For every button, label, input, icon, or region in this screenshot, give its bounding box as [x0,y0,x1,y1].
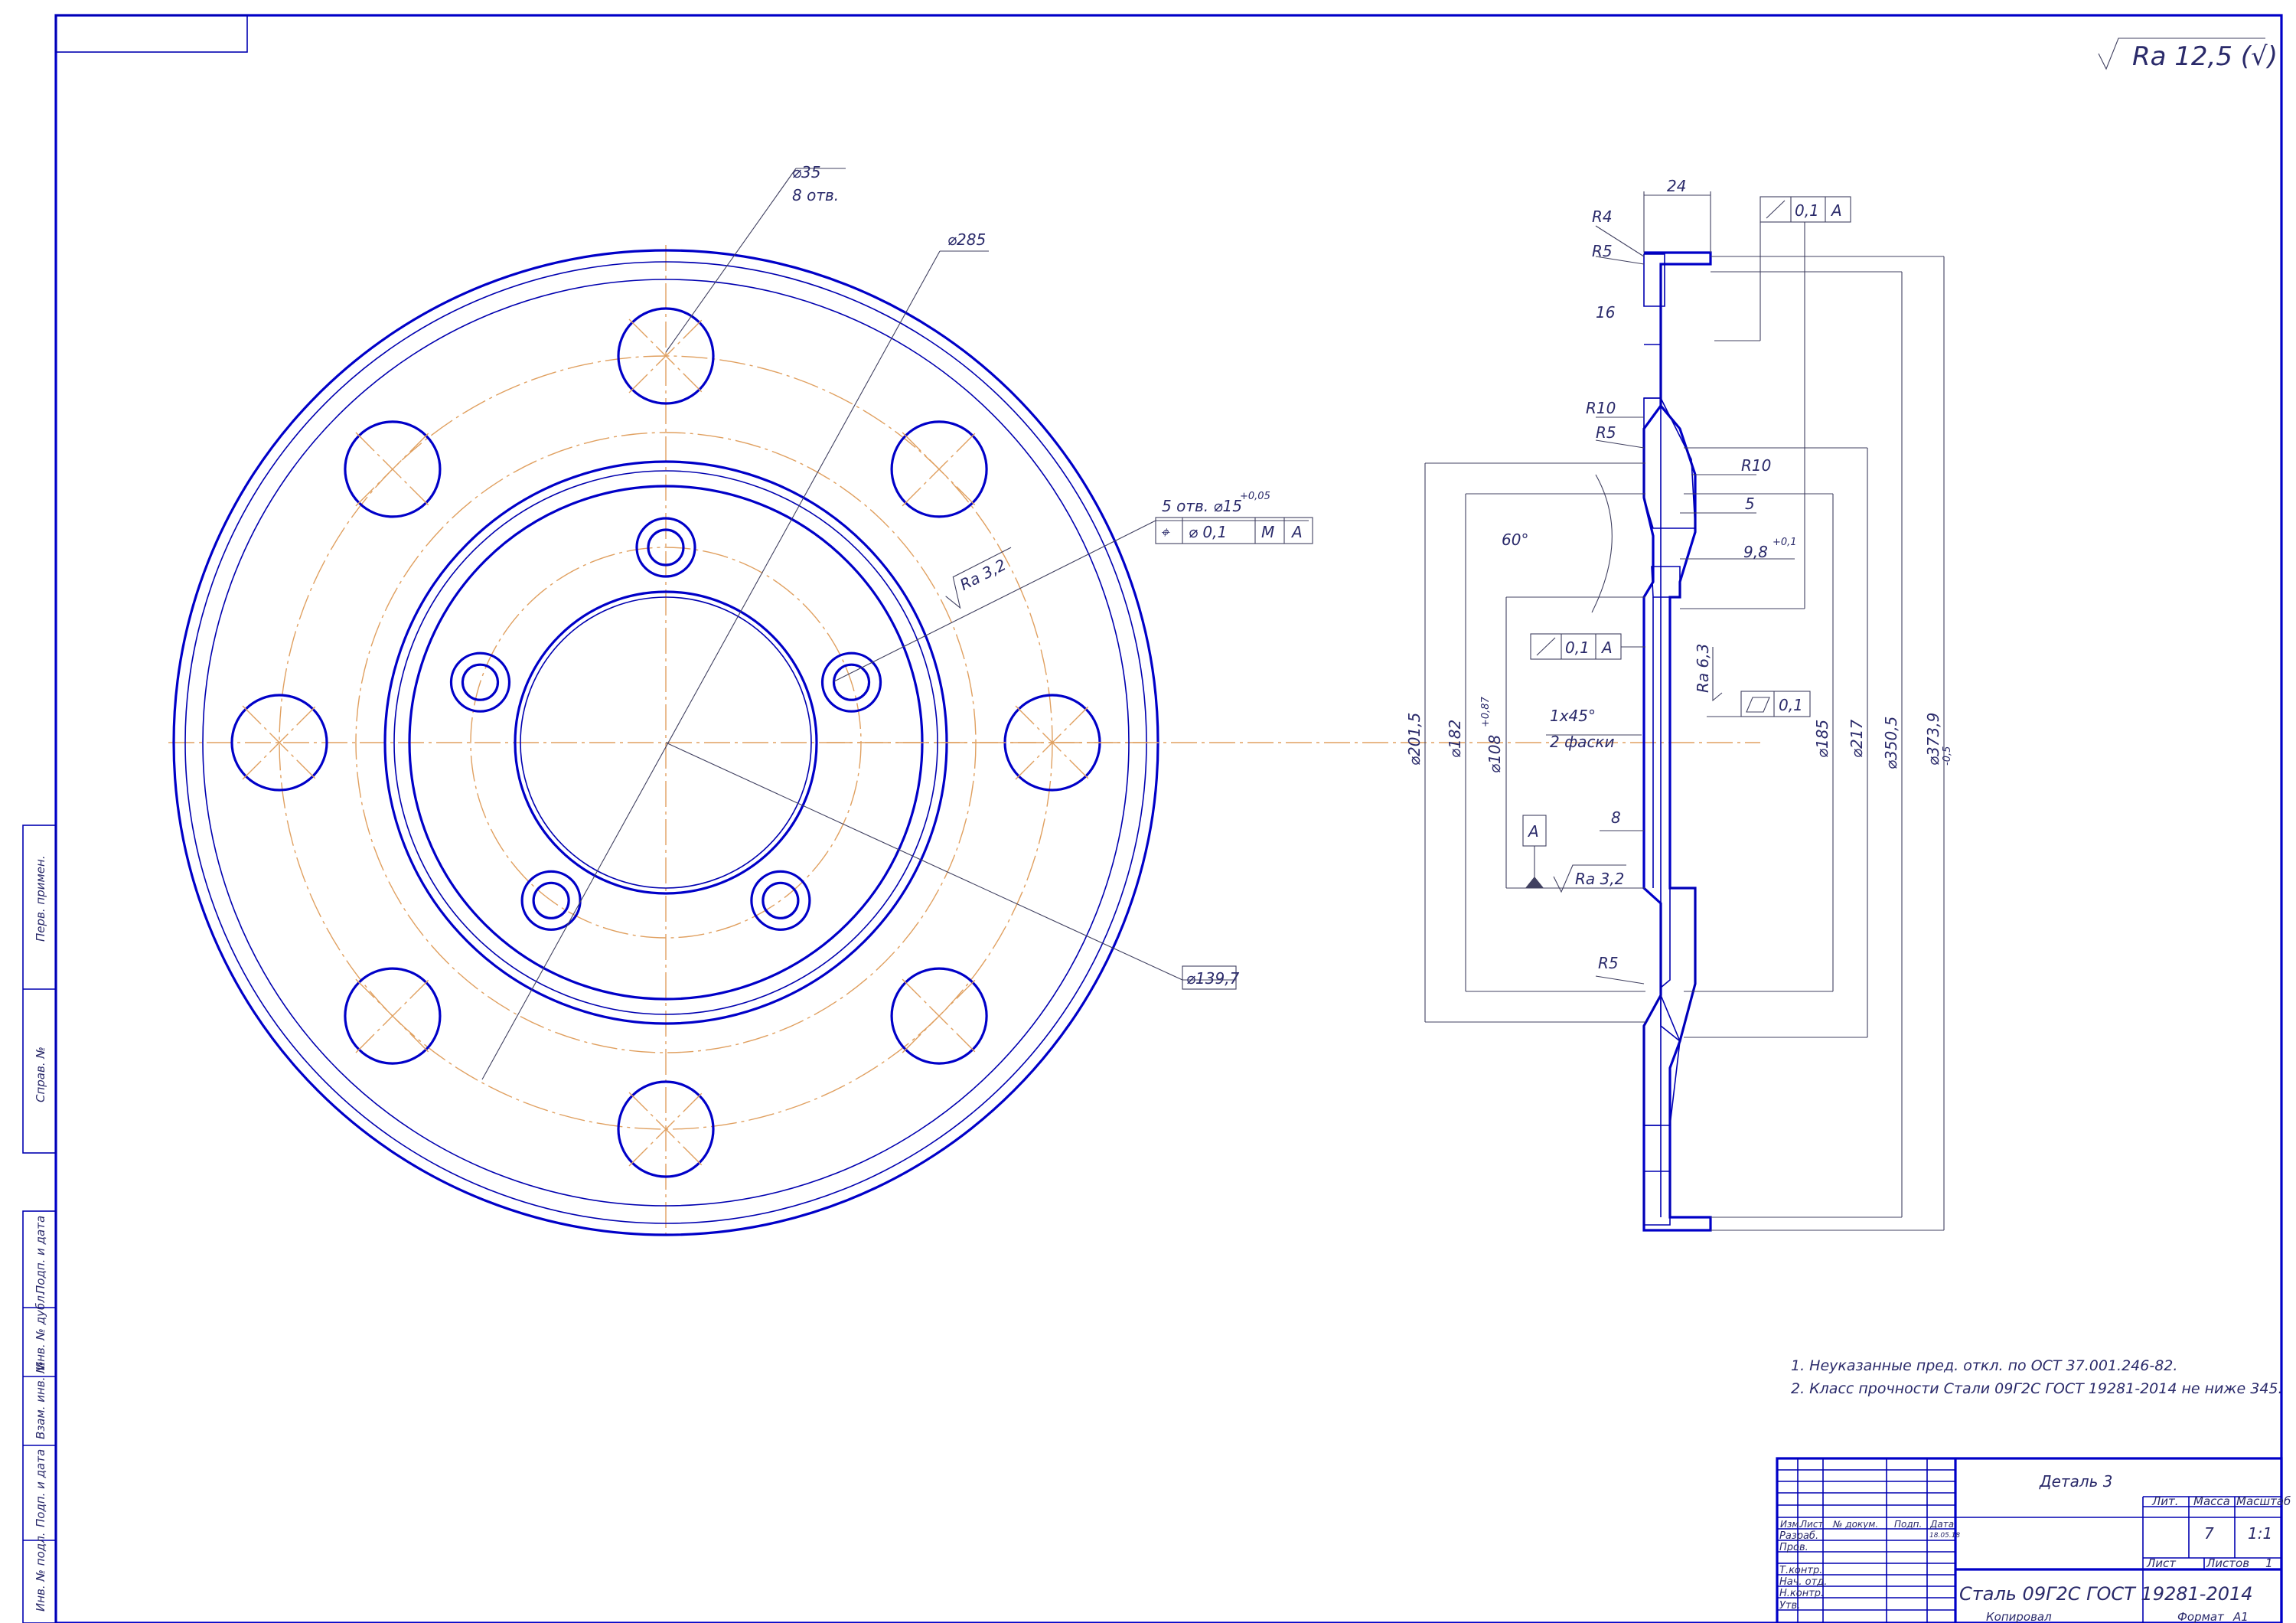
svg-text:Дата: Дата [1929,1519,1954,1530]
lightening-hole [890,420,988,518]
mass-value: 7 [2204,1524,2214,1543]
svg-text:№ докум.: № докум. [1832,1519,1878,1530]
side-stamp: Перв. примен. Справ. № Подп. и дата Инв.… [22,825,57,1623]
title-block: Деталь 3 Сталь 09Г2С ГОСТ 19281-2014 Лит… [1776,1457,2291,1623]
part-name: Деталь 3 [2039,1472,2113,1491]
pcd-label: ⌀285 [947,230,986,249]
front-view: ⌀35 8 отв. ⌀285 5 отв. ⌀15 +0,05 ⌖ ⌀ 0,1… [168,163,1313,1240]
bolt-holes-label: 5 отв. ⌀15 [1162,497,1242,515]
lbl-r5-mid: R5 [1596,423,1616,442]
lbl-chamfer2: 2 фаски [1550,733,1615,751]
svg-text:⌀ 0,1: ⌀ 0,1 [1189,523,1227,541]
lbl-98-tol: +0,1 [1773,537,1797,548]
svg-text:Ra 3,2: Ra 3,2 [957,555,1009,594]
runout-frame-left: 0,1 A [1530,633,1645,660]
svg-text:Н.контр.: Н.контр. [1779,1588,1824,1599]
svg-text:Лист: Лист [1799,1519,1824,1530]
stamp-sprav: Справ. № [34,1047,47,1102]
svg-text:Ra 12,5 (√): Ra 12,5 (√) [2132,41,2278,72]
svg-text:Пров.: Пров. [1779,1542,1808,1553]
lbl-chamfer: 1х45° [1550,707,1596,725]
svg-text:A: A [1290,523,1303,541]
lightening-hole [890,967,988,1065]
lbl-r5-bottom: R5 [1598,954,1619,972]
svg-text:0,1: 0,1 [1779,696,1803,714]
lbl-angle: 60° [1502,531,1528,549]
lit-label: Лит. [2151,1494,2179,1508]
lbl-5: 5 [1745,495,1755,513]
runout-frame-top: 0,1 A [1760,196,1851,223]
dia-3739: ⌀373,9 [1924,713,1942,766]
lightening-hole [344,420,442,518]
note-2: 2. Класс прочности Стали 09Г2С ГОСТ 1928… [1791,1380,2283,1397]
lbl-r4: R4 [1592,207,1613,226]
sheets-value: 1 [2265,1556,2273,1570]
svg-text:⌖: ⌖ [1160,523,1170,541]
svg-text:A: A [1600,638,1613,657]
svg-text:A: A [1830,201,1842,220]
dia-3505: ⌀350,5 [1882,717,1900,769]
position-tolerance-frame: ⌖ ⌀ 0,1 M A [1155,517,1313,544]
lbl-r5-top: R5 [1592,242,1613,260]
dia-3739-tol: -0,5 [1942,746,1953,766]
svg-text:Подп.: Подп. [1894,1519,1922,1530]
svg-text:Ra 3,2: Ra 3,2 [1575,870,1624,888]
dia-217: ⌀217 [1848,720,1866,758]
section-ra63: Ra 6,3 [1694,644,1723,702]
lbl-98: 9,8 [1743,543,1768,561]
dia-185: ⌀185 [1813,720,1831,758]
datum-a: A [1522,815,1547,888]
note-1: 1. Неуказанные пред. откл. по ОСТ 37.001… [1791,1357,2177,1374]
roughness-general: Ra 12,5 (√) [2098,38,2278,72]
svg-text:M: M [1261,523,1274,541]
svg-text:Утв.: Утв. [1779,1600,1800,1612]
stamp-inv-dubl: Инв. № дубл. [34,1292,47,1370]
svg-text:Изм.: Изм. [1780,1519,1802,1530]
dia-2015: ⌀201,5 [1405,713,1424,766]
section-outline [1642,251,1712,1232]
stamp-vzam: Взам. инв. № [34,1361,47,1439]
dia-182: ⌀182 [1446,720,1464,758]
sheets-label: Листов [2206,1556,2249,1570]
hole-dia-label: ⌀35 [792,163,821,181]
stamp-inv-podl: Инв. № подл. [34,1533,47,1612]
svg-text:0,1: 0,1 [1565,638,1590,657]
front-roughness: Ra 3,2 [945,547,1012,609]
svg-text:A: A [1527,822,1539,841]
svg-text:Т.контр.: Т.контр. [1779,1565,1822,1576]
svg-text:Разраб.: Разраб. [1779,1530,1818,1542]
bolt-holes-tol: +0,05 [1240,491,1270,502]
copied-label: Копировал [1986,1610,2052,1623]
stamp-perv: Перв. примен. [34,855,47,942]
format-label: Формат [2177,1610,2225,1623]
mass-label: Масса [2193,1494,2230,1508]
stamp-podp2: Подп. и дата [34,1449,47,1527]
dia-1088-tol: +0,87 [1480,696,1492,727]
corner-box [55,15,248,53]
svg-text:0,1: 0,1 [1795,201,1819,220]
lbl-16: 16 [1596,303,1615,322]
lbl-r10-left: R10 [1586,399,1616,417]
scale-label: Масштаб [2236,1494,2291,1508]
svg-text:Ra 6,3: Ra 6,3 [1694,644,1712,693]
scale-value: 1:1 [2248,1524,2272,1543]
stamp-podp1: Подп. и дата [34,1216,47,1294]
format-value: А1 [2232,1610,2249,1623]
lbl-r10-right: R10 [1741,456,1771,475]
lbl-24: 24 [1667,177,1686,195]
svg-text:18.05.18: 18.05.18 [1929,1532,1960,1540]
flatness-frame: 0,1 [1707,691,1811,717]
lbl-8: 8 [1611,808,1621,827]
svg-text:Нач. отд.: Нач. отд. [1779,1576,1827,1588]
sheet-label: Лист [2146,1556,2177,1570]
section-view: 0,1 A 0,1 A 0,1 A Ra 3,2 Ra 6,3 R4 R5 16… [827,177,1953,1232]
drawing-sheet: Перв. примен. Справ. № Подп. и дата Инв.… [22,14,2291,1623]
material: Сталь 09Г2С ГОСТ 19281-2014 [1959,1583,2253,1605]
dia-1088: ⌀108 [1486,735,1504,773]
lightening-hole [344,967,442,1065]
center-dia-label: ⌀139,7 [1186,969,1240,988]
hole-count-label: 8 отв. [792,186,839,204]
